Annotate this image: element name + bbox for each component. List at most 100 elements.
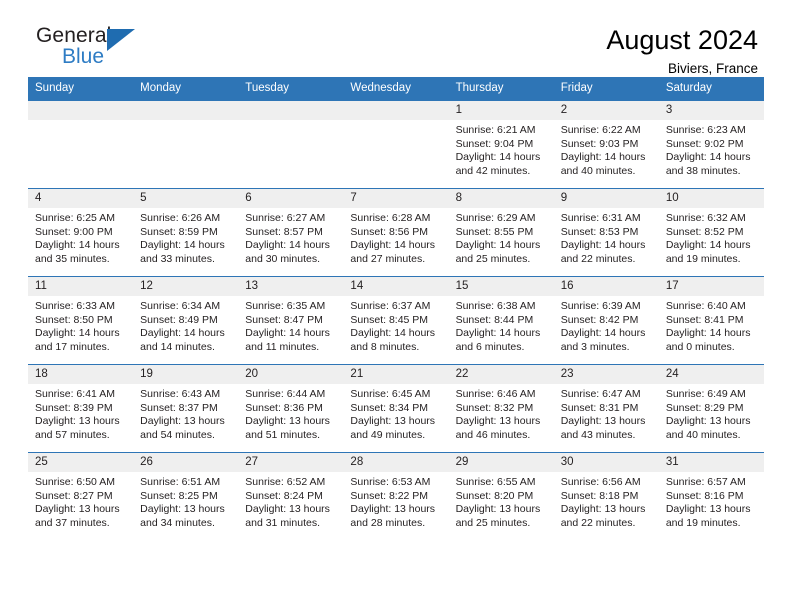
calendar-day-cell[interactable]: 4 Sunrise: 6:25 AM Sunset: 9:00 PM Daylight… (28, 188, 134, 277)
day-sun-info: Sunrise: 6:44 AM Sunset: 8:36 PM Daylight:… (238, 384, 343, 442)
day-number (133, 101, 239, 120)
general-blue-logo[interactable]: General Blue (28, 24, 156, 80)
calendar-day-cell[interactable]: 5 Sunrise: 6:26 AM Sunset: 8:59 PM Daylight… (133, 188, 239, 277)
daylight-text: Daylight: 14 hours and 3 minutes. (560, 327, 646, 353)
sunrise-text: Sunrise: 6:41 AM (35, 388, 115, 400)
calendar-day-cell[interactable]: 2 Sunrise: 6:22 AM Sunset: 9:03 PM Daylight… (553, 100, 659, 189)
calendar-day-cell[interactable]: 16 Sunrise: 6:39 AM Sunset: 8:42 PM Dayligh… (553, 276, 659, 365)
calendar-day-cell[interactable]: 24 Sunrise: 6:49 AM Sunset: 8:29 PM Dayligh… (658, 364, 764, 453)
day-sun-info: Sunrise: 6:41 AM Sunset: 8:39 PM Daylight:… (28, 384, 133, 442)
day-sun-info: Sunrise: 6:52 AM Sunset: 8:24 PM Daylight:… (238, 472, 343, 530)
calendar-day-cell[interactable]: 3 Sunrise: 6:23 AM Sunset: 9:02 PM Daylight… (658, 100, 764, 189)
day-number: 16 (553, 277, 659, 296)
sunset-text: Sunset: 8:27 PM (35, 489, 113, 502)
day-sun-info: Sunrise: 6:51 AM Sunset: 8:25 PM Daylight:… (133, 472, 238, 530)
day-sun-info: Sunrise: 6:35 AM Sunset: 8:47 PM Daylight:… (238, 296, 343, 354)
sunrise-text: Sunrise: 6:40 AM (665, 300, 746, 312)
calendar-day-cell[interactable]: 1 Sunrise: 6:21 AM Sunset: 9:04 PM Daylight… (448, 100, 554, 189)
calendar-day-cell[interactable]: 21 Sunrise: 6:45 AM Sunset: 8:34 PM Dayligh… (343, 364, 449, 453)
day-sun-info: Sunrise: 6:22 AM Sunset: 9:03 PM Daylight:… (554, 120, 659, 178)
day-number: 23 (553, 365, 659, 384)
weekday-header-thursday: Thursday (448, 77, 554, 101)
sunrise-text: Sunrise: 6:50 AM (35, 476, 115, 488)
day-sun-info: Sunrise: 6:37 AM Sunset: 8:45 PM Daylight:… (343, 296, 448, 354)
sunset-text: Sunset: 8:57 PM (245, 225, 323, 238)
daylight-text: Daylight: 14 hours and 17 minutes. (35, 327, 120, 353)
calendar-day-cell[interactable]: 27 Sunrise: 6:52 AM Sunset: 8:24 PM Dayligh… (238, 452, 344, 541)
calendar-day-cell[interactable]: 22 Sunrise: 6:46 AM Sunset: 8:32 PM Dayligh… (448, 364, 554, 453)
day-sun-info: Sunrise: 6:39 AM Sunset: 8:42 PM Daylight:… (554, 296, 659, 354)
daylight-text: Daylight: 13 hours and 19 minutes. (665, 503, 751, 529)
sunset-text: Sunset: 8:32 PM (455, 401, 534, 414)
calendar-day-cell[interactable]: 26 Sunrise: 6:51 AM Sunset: 8:25 PM Dayligh… (133, 452, 239, 541)
day-number: 25 (28, 453, 134, 472)
calendar-grid: Sunday Monday Tuesday Wednesday Thursday Frid… (28, 77, 764, 541)
calendar-day-cell[interactable]: 18 Sunrise: 6:41 AM Sunset: 8:39 PM Dayligh… (28, 364, 134, 453)
daylight-text: Daylight: 13 hours and 34 minutes. (140, 503, 225, 529)
daylight-text: Daylight: 14 hours and 22 minutes. (560, 239, 646, 265)
calendar-day-cell[interactable]: 7 Sunrise: 6:28 AM Sunset: 8:56 PM Daylight… (343, 188, 449, 277)
daylight-text: Daylight: 13 hours and 28 minutes. (350, 503, 436, 529)
calendar-day-cell[interactable]: 29 Sunrise: 6:55 AM Sunset: 8:20 PM Dayligh… (448, 452, 554, 541)
sunset-text: Sunset: 8:20 PM (455, 489, 534, 502)
calendar-day-cell[interactable]: 12 Sunrise: 6:34 AM Sunset: 8:49 PM Dayligh… (133, 276, 239, 365)
sunset-text: Sunset: 9:03 PM (560, 137, 639, 150)
day-number: 12 (133, 277, 239, 296)
calendar-day-cell[interactable]: 31 Sunrise: 6:57 AM Sunset: 8:16 PM Dayligh… (658, 452, 764, 541)
day-sun-info: Sunrise: 6:21 AM Sunset: 9:04 PM Daylight:… (449, 120, 554, 178)
calendar-day-cell[interactable]: 14 Sunrise: 6:37 AM Sunset: 8:45 PM Dayligh… (343, 276, 449, 365)
calendar-day-cell[interactable]: 11 Sunrise: 6:33 AM Sunset: 8:50 PM Dayligh… (28, 276, 134, 365)
calendar-body: 1 Sunrise: 6:21 AM Sunset: 9:04 PM Daylight… (28, 100, 764, 541)
weekday-header-monday: Monday (133, 77, 239, 101)
sunset-text: Sunset: 8:42 PM (560, 313, 639, 326)
calendar-day-cell[interactable]: 19 Sunrise: 6:43 AM Sunset: 8:37 PM Dayligh… (133, 364, 239, 453)
day-number: 18 (28, 365, 134, 384)
calendar-day-cell[interactable]: 25 Sunrise: 6:50 AM Sunset: 8:27 PM Dayligh… (28, 452, 134, 541)
calendar-day-cell[interactable]: 9 Sunrise: 6:31 AM Sunset: 8:53 PM Daylight… (553, 188, 659, 277)
day-number: 4 (28, 189, 134, 208)
day-sun-info: Sunrise: 6:34 AM Sunset: 8:49 PM Daylight:… (133, 296, 238, 354)
daylight-text: Daylight: 14 hours and 14 minutes. (140, 327, 225, 353)
location-subtitle: Biviers, France (667, 61, 758, 76)
day-sun-info: Sunrise: 6:26 AM Sunset: 8:59 PM Daylight:… (133, 208, 238, 266)
calendar-day-cell[interactable]: 10 Sunrise: 6:32 AM Sunset: 8:52 PM Dayligh… (658, 188, 764, 277)
sunrise-text: Sunrise: 6:23 AM (665, 124, 746, 136)
sunrise-text: Sunrise: 6:53 AM (350, 476, 431, 488)
sunrise-text: Sunrise: 6:21 AM (455, 124, 536, 136)
day-number: 31 (658, 453, 764, 472)
calendar-day-cell[interactable]: 8 Sunrise: 6:29 AM Sunset: 8:55 PM Daylight… (448, 188, 554, 277)
sunrise-text: Sunrise: 6:28 AM (350, 212, 431, 224)
day-sun-info: Sunrise: 6:45 AM Sunset: 8:34 PM Daylight:… (343, 384, 448, 442)
sunset-text: Sunset: 9:04 PM (455, 137, 534, 150)
sunrise-text: Sunrise: 6:27 AM (245, 212, 326, 224)
day-sun-info: Sunrise: 6:46 AM Sunset: 8:32 PM Daylight:… (449, 384, 554, 442)
calendar-day-cell[interactable]: 17 Sunrise: 6:40 AM Sunset: 8:41 PM Dayligh… (658, 276, 764, 365)
day-sun-info: Sunrise: 6:33 AM Sunset: 8:50 PM Daylight:… (28, 296, 133, 354)
daylight-text: Daylight: 13 hours and 46 minutes. (455, 415, 541, 441)
sunrise-text: Sunrise: 6:55 AM (455, 476, 536, 488)
calendar-day-cell[interactable]: 30 Sunrise: 6:56 AM Sunset: 8:18 PM Dayligh… (553, 452, 659, 541)
day-number: 15 (448, 277, 554, 296)
day-sun-info: Sunrise: 6:28 AM Sunset: 8:56 PM Daylight:… (343, 208, 448, 266)
calendar-header-row: Sunday Monday Tuesday Wednesday Thursday Frid… (28, 77, 764, 101)
calendar-day-cell[interactable]: 28 Sunrise: 6:53 AM Sunset: 8:22 PM Dayligh… (343, 452, 449, 541)
day-number: 7 (343, 189, 449, 208)
calendar-empty-cell (238, 100, 344, 189)
weekday-header-wednesday: Wednesday (343, 77, 449, 101)
calendar-day-cell[interactable]: 13 Sunrise: 6:35 AM Sunset: 8:47 PM Dayligh… (238, 276, 344, 365)
sunset-text: Sunset: 8:53 PM (560, 225, 639, 238)
sunset-text: Sunset: 8:39 PM (35, 401, 113, 414)
day-number: 1 (448, 101, 554, 120)
calendar-day-cell[interactable]: 20 Sunrise: 6:44 AM Sunset: 8:36 PM Dayligh… (238, 364, 344, 453)
calendar-page: General Blue August 2024 Biviers, France… (0, 0, 792, 612)
calendar-day-cell[interactable]: 6 Sunrise: 6:27 AM Sunset: 8:57 PM Daylight… (238, 188, 344, 277)
sunset-text: Sunset: 8:55 PM (455, 225, 534, 238)
calendar-day-cell[interactable]: 23 Sunrise: 6:47 AM Sunset: 8:31 PM Dayligh… (553, 364, 659, 453)
sunrise-text: Sunrise: 6:49 AM (665, 388, 746, 400)
day-number: 2 (553, 101, 659, 120)
calendar-day-cell[interactable]: 15 Sunrise: 6:38 AM Sunset: 8:44 PM Dayligh… (448, 276, 554, 365)
sunset-text: Sunset: 8:31 PM (560, 401, 639, 414)
sunrise-text: Sunrise: 6:56 AM (560, 476, 641, 488)
day-number (28, 101, 134, 120)
day-sun-info: Sunrise: 6:23 AM Sunset: 9:02 PM Daylight:… (659, 120, 764, 178)
